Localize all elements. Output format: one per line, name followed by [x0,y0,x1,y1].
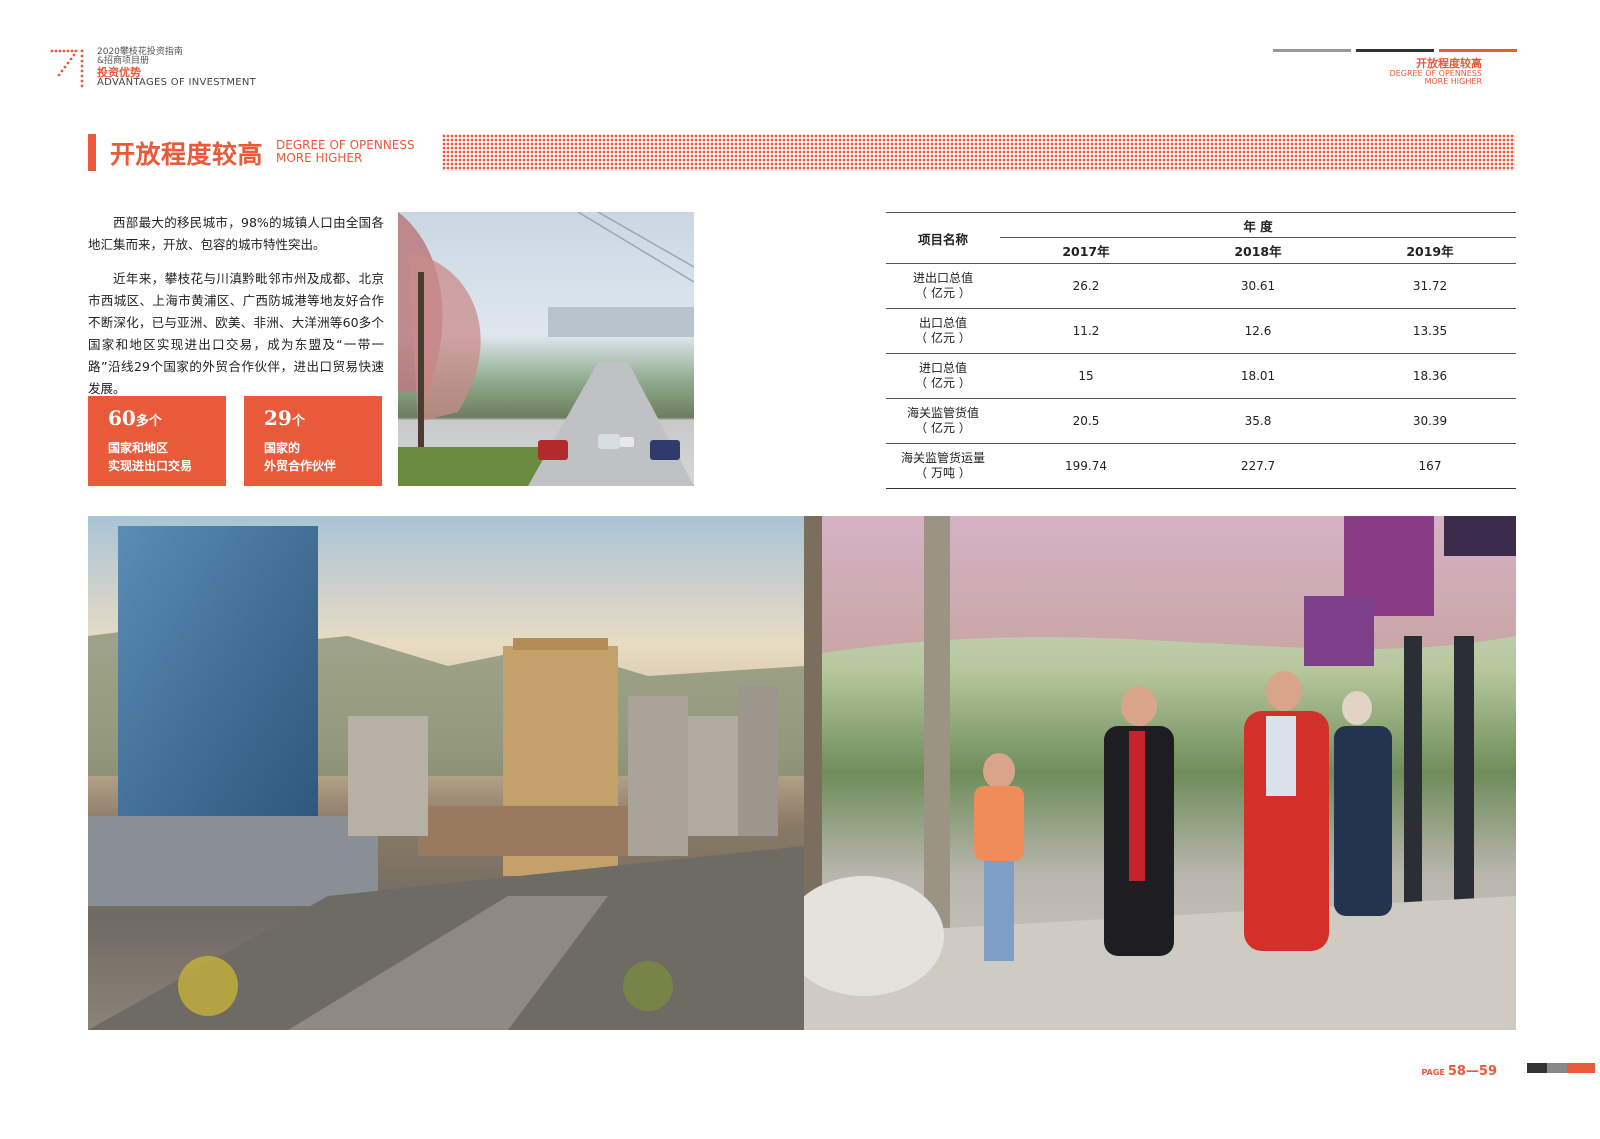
street-scene-illustration [398,212,694,486]
table-row: 进出口总值（ 亿元 ） 26.2 30.61 31.72 [886,263,1516,309]
stat-card-countries: 60多个 国家和地区 实现进出口交易 [88,396,226,486]
section-title-bar [88,134,96,171]
table-row: 海关监管货值（ 亿元 ） 20.5 35.8 30.39 [886,398,1516,444]
item-unit: （ 万吨 ） [915,466,971,480]
stat-description: 国家的 外贸合作伙伴 [264,439,336,475]
brand-logo-icon [50,49,84,88]
item-name: 出口总值 [918,316,967,330]
progress-bar-3 [1439,49,1517,52]
table-cell: 167 [1344,443,1516,489]
photo-street-flowering-trees [398,212,694,486]
table-row: 出口总值（ 亿元 ） 11.2 12.6 13.35 [886,308,1516,354]
stat-unit: 个 [291,414,305,429]
table-cell: 199.74 [1000,443,1172,489]
table-cell: 35.8 [1172,398,1344,444]
stat-desc-line1: 国家和地区 [108,441,169,455]
stat-desc-line1: 国家的 [264,441,301,455]
stat-desc-line2: 外贸合作伙伴 [264,459,337,473]
table-cell: 12.6 [1172,308,1344,354]
item-name: 进出口总值 [912,271,973,285]
progress-bar-1 [1273,49,1351,52]
table-row: 海关监管货运量（ 万吨 ） 199.74 227.7 167 [886,443,1516,489]
table-cell-item: 进出口总值（ 亿元 ） [886,263,1000,309]
progress-bar-2 [1356,49,1434,52]
table-cell-item: 进口总值（ 亿元 ） [886,353,1000,399]
table-row: 进口总值（ 亿元 ） 15 18.01 18.36 [886,353,1516,399]
table-cell: 13.35 [1344,308,1516,354]
section-subtitle-line1: DEGREE OF OPENNESS [276,138,415,152]
table-header-year-2018: 2018年 [1172,237,1344,264]
intro-paragraph-2: 近年来，攀枝花与川滇黔毗邻市州及成都、北京市西城区、上海市黄浦区、广西防城港等地… [88,271,384,396]
table-cell: 31.72 [1344,263,1516,309]
stat-number: 29个 [264,406,305,430]
table-cell-item: 海关监管货值（ 亿元 ） [886,398,1000,444]
page-numbers: 58—59 [1447,1064,1497,1079]
section-title: 开放程度较高 [110,140,264,169]
footer-bar-accent [1567,1063,1595,1073]
table-cell: 11.2 [1000,308,1172,354]
chapter-title-en-2: MORE HIGHER [1424,76,1482,86]
stat-value: 29 [264,406,292,430]
table-cell: 18.36 [1344,353,1516,399]
photo-city-skyline [88,516,804,1030]
table-cell: 227.7 [1172,443,1344,489]
item-name: 海关监管货值 [906,406,979,420]
page-number: PAGE 58—59 [1421,1060,1497,1079]
table-cell: 30.39 [1344,398,1516,444]
footer-bar-gray [1547,1063,1567,1073]
table-cell: 30.61 [1172,263,1344,309]
table-cell: 18.01 [1172,353,1344,399]
chapter-label: 开放程度较高 DEGREE OF OPENNESS MORE HIGHER [1390,58,1482,86]
city-skyline-illustration [88,526,804,1030]
table-cell: 15 [1000,353,1172,399]
table-header-year: 年 度 [1000,212,1516,238]
table-cell-item: 出口总值（ 亿元 ） [886,308,1000,354]
footer-bar-dark [1527,1063,1547,1073]
item-unit: （ 亿元 ） [915,376,971,390]
table-header-item-name: 项目名称 [886,212,1000,264]
table-header-year-2019: 2019年 [1344,237,1516,264]
chapter-title-cn: 开放程度较高 [1416,57,1482,70]
section-subtitle-line2: MORE HIGHER [276,150,363,165]
table-cell-item: 海关监管货运量（ 万吨 ） [886,443,1000,489]
stat-value: 60 [108,406,136,430]
stat-unit: 多个 [135,414,162,429]
trade-data-table: 项目名称 年 度 2017年 2018年 2019年 进出口总值（ 亿元 ） 2… [886,212,1516,489]
table-cell: 26.2 [1000,263,1172,309]
table-header-year-2017: 2017年 [1000,237,1172,264]
stat-description: 国家和地区 实现进出口交易 [108,439,192,475]
section-subtitle: DEGREE OF OPENNESS MORE HIGHER [276,139,415,164]
stat-card-partners: 29个 国家的 外贸合作伙伴 [244,396,382,486]
item-name: 进口总值 [918,361,967,375]
page-label: PAGE [1421,1068,1445,1077]
people-walking-illustration [804,516,1516,1030]
header-section-en: ADVANTAGES OF INVESTMENT [97,77,257,89]
item-name: 海关监管货运量 [900,451,985,465]
item-unit: （ 亿元 ） [915,286,971,300]
stat-desc-line2: 实现进出口交易 [108,459,193,473]
item-unit: （ 亿元 ） [915,421,971,435]
intro-paragraph-1: 西部最大的移民城市，98%的城镇人口由全国各地汇集而来，开放、包容的城市特性突出… [88,215,384,252]
section-dot-pattern [442,134,1515,171]
stat-number: 60多个 [108,406,162,430]
item-unit: （ 亿元 ） [915,331,971,345]
intro-text: 西部最大的移民城市，98%的城镇人口由全国各地汇集而来，开放、包容的城市特性突出… [88,212,384,412]
publication-header: 2020攀枝花投资指南 &招商项目册 投资优势 ADVANTAGES OF IN… [97,47,257,89]
table-cell: 20.5 [1000,398,1172,444]
photo-people-walking [804,516,1516,1030]
